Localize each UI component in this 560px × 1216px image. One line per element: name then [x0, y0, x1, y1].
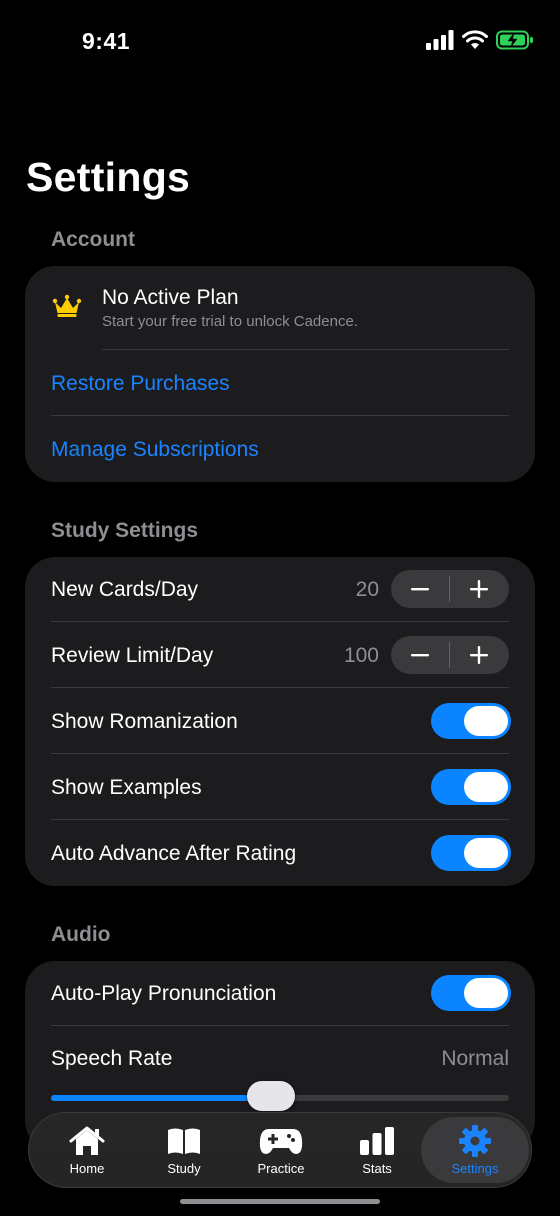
minus-icon: [411, 654, 429, 657]
plus-icon: [470, 646, 488, 664]
tab-settings[interactable]: Settings: [421, 1117, 529, 1183]
divider: [51, 687, 509, 688]
tab-study[interactable]: Study: [136, 1113, 232, 1187]
book-icon: [168, 1128, 200, 1154]
battery-charging-icon: [496, 30, 533, 50]
slider-fill: [51, 1095, 271, 1101]
plan-title: No Active Plan: [102, 286, 239, 309]
bar-chart-icon: [360, 1127, 394, 1155]
auto-play-toggle[interactable]: [431, 975, 511, 1011]
divider: [51, 415, 509, 416]
review-limit-label: Review Limit/Day: [51, 644, 214, 667]
tab-label: Study: [167, 1161, 201, 1176]
auto-advance-label: Auto Advance After Rating: [51, 842, 297, 865]
divider: [51, 1025, 509, 1026]
divider: [51, 621, 509, 622]
divider: [51, 819, 509, 820]
study-settings-card: New Cards/Day 20 Review Limit/Day 100 Sh…: [25, 557, 535, 886]
tab-label: Home: [69, 1161, 105, 1176]
new-cards-label: New Cards/Day: [51, 578, 199, 601]
speech-rate-label: Speech Rate: [51, 1047, 173, 1070]
house-icon: [69, 1126, 105, 1155]
page-title: Settings: [26, 154, 191, 200]
manage-subscriptions-link[interactable]: Manage Subscriptions: [51, 438, 259, 462]
toggle-knob: [464, 838, 508, 868]
status-time: 9:41: [82, 28, 131, 54]
speech-rate-slider[interactable]: [51, 1081, 509, 1111]
section-header-account: Account: [51, 228, 135, 251]
divider: [102, 349, 509, 350]
crown-icon: [52, 294, 82, 323]
minus-icon: [411, 588, 429, 591]
gamecontroller-icon: [259, 1129, 303, 1154]
gear-icon: [459, 1125, 491, 1157]
toggle-knob: [464, 706, 508, 736]
restore-purchases-link[interactable]: Restore Purchases: [51, 372, 230, 396]
home-indicator: [180, 1199, 380, 1204]
slider-thumb[interactable]: [247, 1081, 295, 1111]
show-examples-label: Show Examples: [51, 776, 202, 799]
toggle-knob: [464, 978, 508, 1008]
divider: [51, 753, 509, 754]
tab-label: Practice: [257, 1161, 305, 1176]
auto-advance-toggle[interactable]: [431, 835, 511, 871]
show-examples-toggle[interactable]: [431, 769, 511, 805]
tab-home[interactable]: Home: [39, 1113, 135, 1187]
tab-stats[interactable]: Stats: [329, 1113, 425, 1187]
wifi-icon: [462, 30, 488, 49]
decrement-button[interactable]: [391, 570, 449, 608]
toggle-knob: [464, 772, 508, 802]
speech-rate-value: Normal: [441, 1047, 509, 1070]
new-cards-value: 20: [355, 578, 379, 601]
increment-button[interactable]: [450, 570, 508, 608]
show-romanization-toggle[interactable]: [431, 703, 511, 739]
show-romanization-label: Show Romanization: [51, 710, 238, 733]
account-card: No Active Plan Start your free trial to …: [25, 266, 535, 482]
tab-label: Settings: [451, 1161, 499, 1176]
review-limit-stepper: [391, 636, 509, 674]
decrement-button[interactable]: [391, 636, 449, 674]
section-header-study: Study Settings: [51, 519, 199, 542]
tab-practice[interactable]: Practice: [233, 1113, 329, 1187]
plus-icon: [470, 580, 488, 598]
increment-button[interactable]: [450, 636, 508, 674]
tab-bar: Home Study Practice Stats Settings: [28, 1112, 532, 1188]
review-limit-value: 100: [343, 644, 379, 667]
plan-subtitle: Start your free trial to unlock Cadence.: [102, 313, 358, 330]
cellular-signal-icon: [426, 30, 454, 50]
auto-play-label: Auto-Play Pronunciation: [51, 982, 277, 1005]
new-cards-stepper: [391, 570, 509, 608]
status-icons: [426, 30, 534, 50]
tab-label: Stats: [362, 1161, 392, 1176]
section-header-audio: Audio: [51, 923, 111, 946]
